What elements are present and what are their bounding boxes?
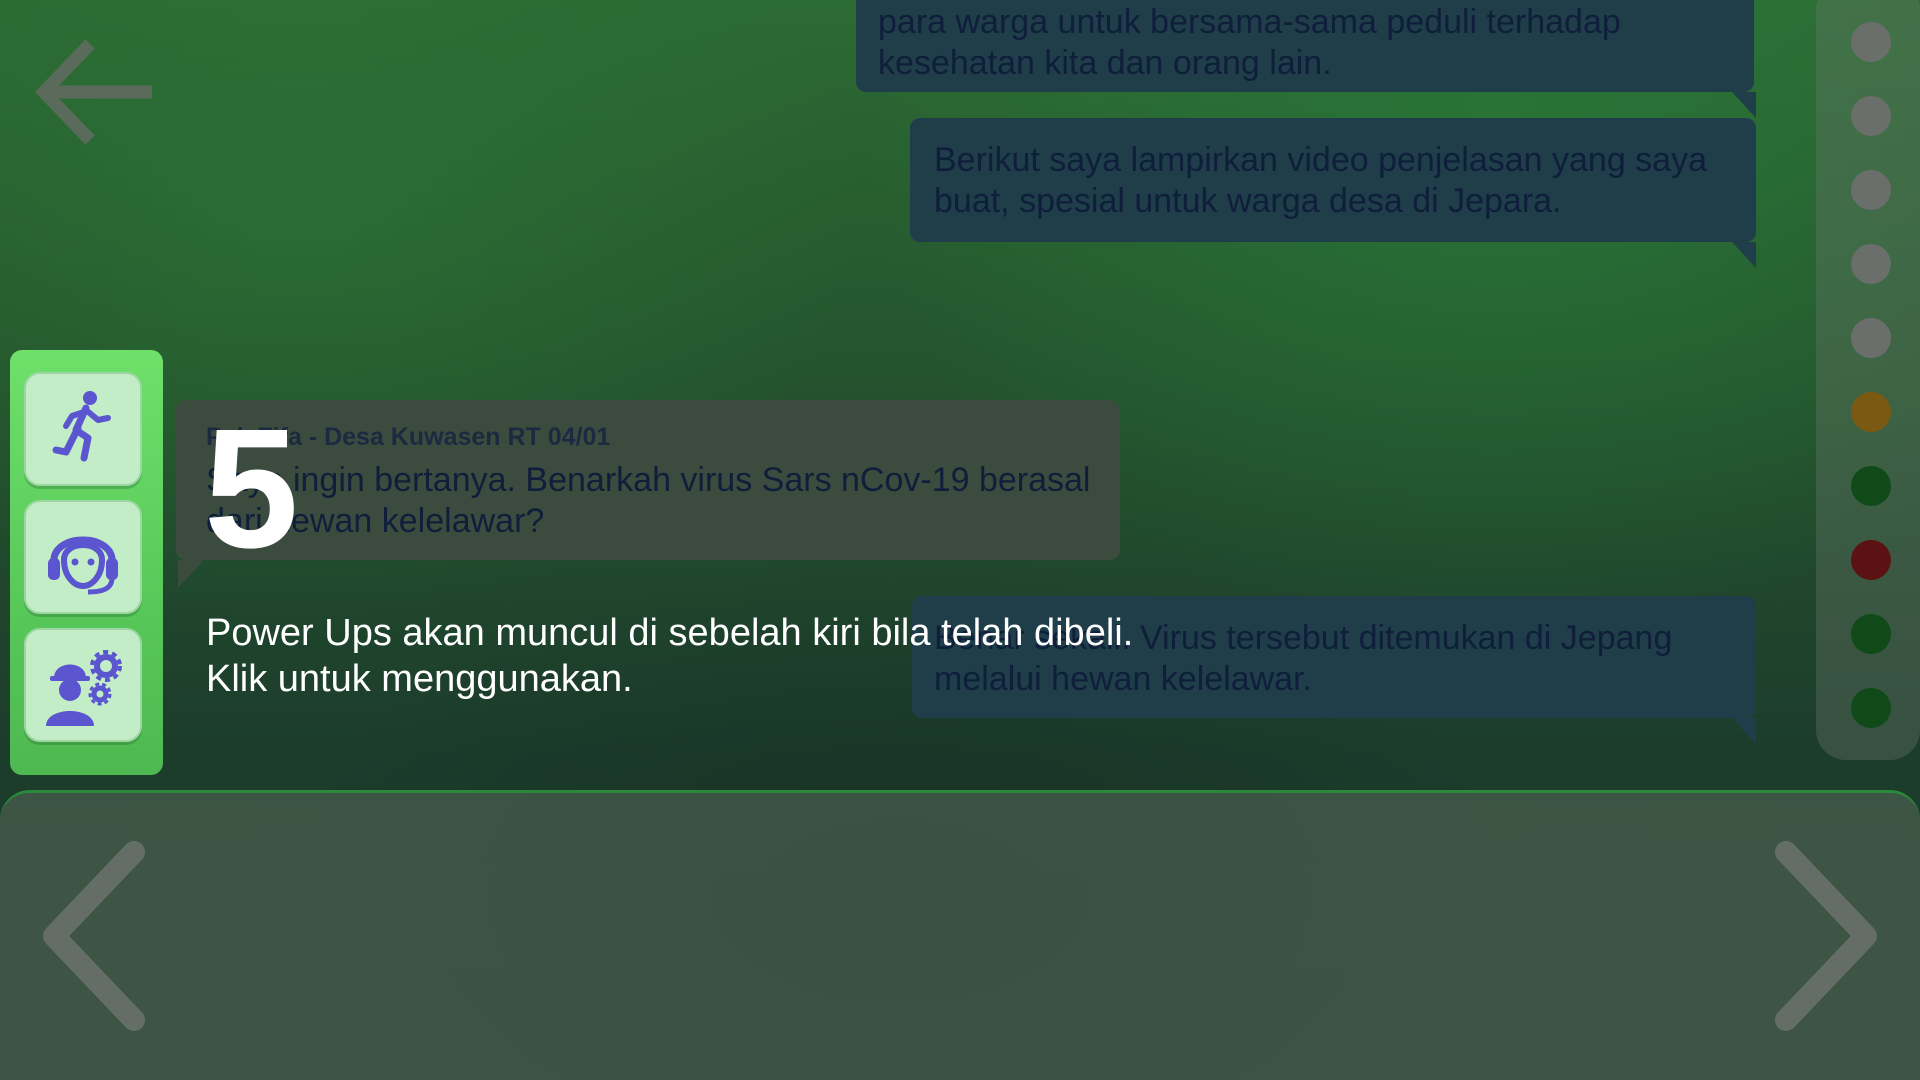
message-text: Saya ingin bertanya. Benarkah virus Sars… (206, 461, 1091, 540)
progress-dot-pending (1851, 170, 1891, 210)
powerup-button-run[interactable] (24, 372, 142, 486)
chevron-left-icon[interactable] (38, 838, 150, 1034)
bubble-tail (1732, 242, 1756, 268)
progress-dot-wrong (1851, 540, 1891, 580)
answer-panel (0, 790, 1920, 1080)
tutorial-line-2: Klik untuk menggunakan. (206, 658, 633, 700)
message-sender: Pak Fifa - Desa Kuwasen RT 04/01 (206, 423, 611, 451)
progress-dot-neutral (1851, 392, 1891, 432)
powerups-panel (10, 350, 163, 775)
bubble-tail (1732, 92, 1756, 118)
back-arrow-icon[interactable] (34, 36, 158, 158)
progress-dot-correct (1851, 466, 1891, 506)
progress-dot-correct (1851, 614, 1891, 654)
message-text: para warga untuk bersama-sama peduli ter… (878, 3, 1621, 82)
tutorial-step-number: 5 (204, 394, 299, 584)
progress-dot-pending (1851, 244, 1891, 284)
powerup-button-support[interactable] (24, 500, 142, 614)
running-person-icon (52, 391, 111, 462)
tutorial-line-1: Power Ups akan muncul di sebelah kiri bi… (206, 612, 1134, 654)
expert-worker-icon (46, 650, 122, 726)
chat-bubble-right: para warga untuk bersama-sama peduli ter… (856, 0, 1754, 92)
progress-dot-pending (1851, 22, 1891, 62)
tutorial-instruction: Power Ups akan muncul di sebelah kiri bi… (206, 610, 1206, 702)
message-text: Berikut saya lampirkan video penjelasan … (934, 141, 1708, 220)
bubble-tail (178, 560, 204, 588)
bubble-tail (1732, 718, 1756, 744)
progress-dot-correct (1851, 688, 1891, 728)
game-screen: para warga untuk bersama-sama peduli ter… (0, 0, 1920, 1080)
customer-service-icon (48, 536, 118, 595)
progress-dot-pending (1851, 96, 1891, 136)
powerup-button-expert[interactable] (24, 628, 142, 742)
progress-dot-pending (1851, 318, 1891, 358)
chat-bubble-right: Berikut saya lampirkan video penjelasan … (910, 118, 1756, 242)
chevron-right-icon[interactable] (1770, 838, 1882, 1034)
chat-bubble-left: Pak Fifa - Desa Kuwasen RT 04/01 Saya in… (176, 400, 1120, 560)
